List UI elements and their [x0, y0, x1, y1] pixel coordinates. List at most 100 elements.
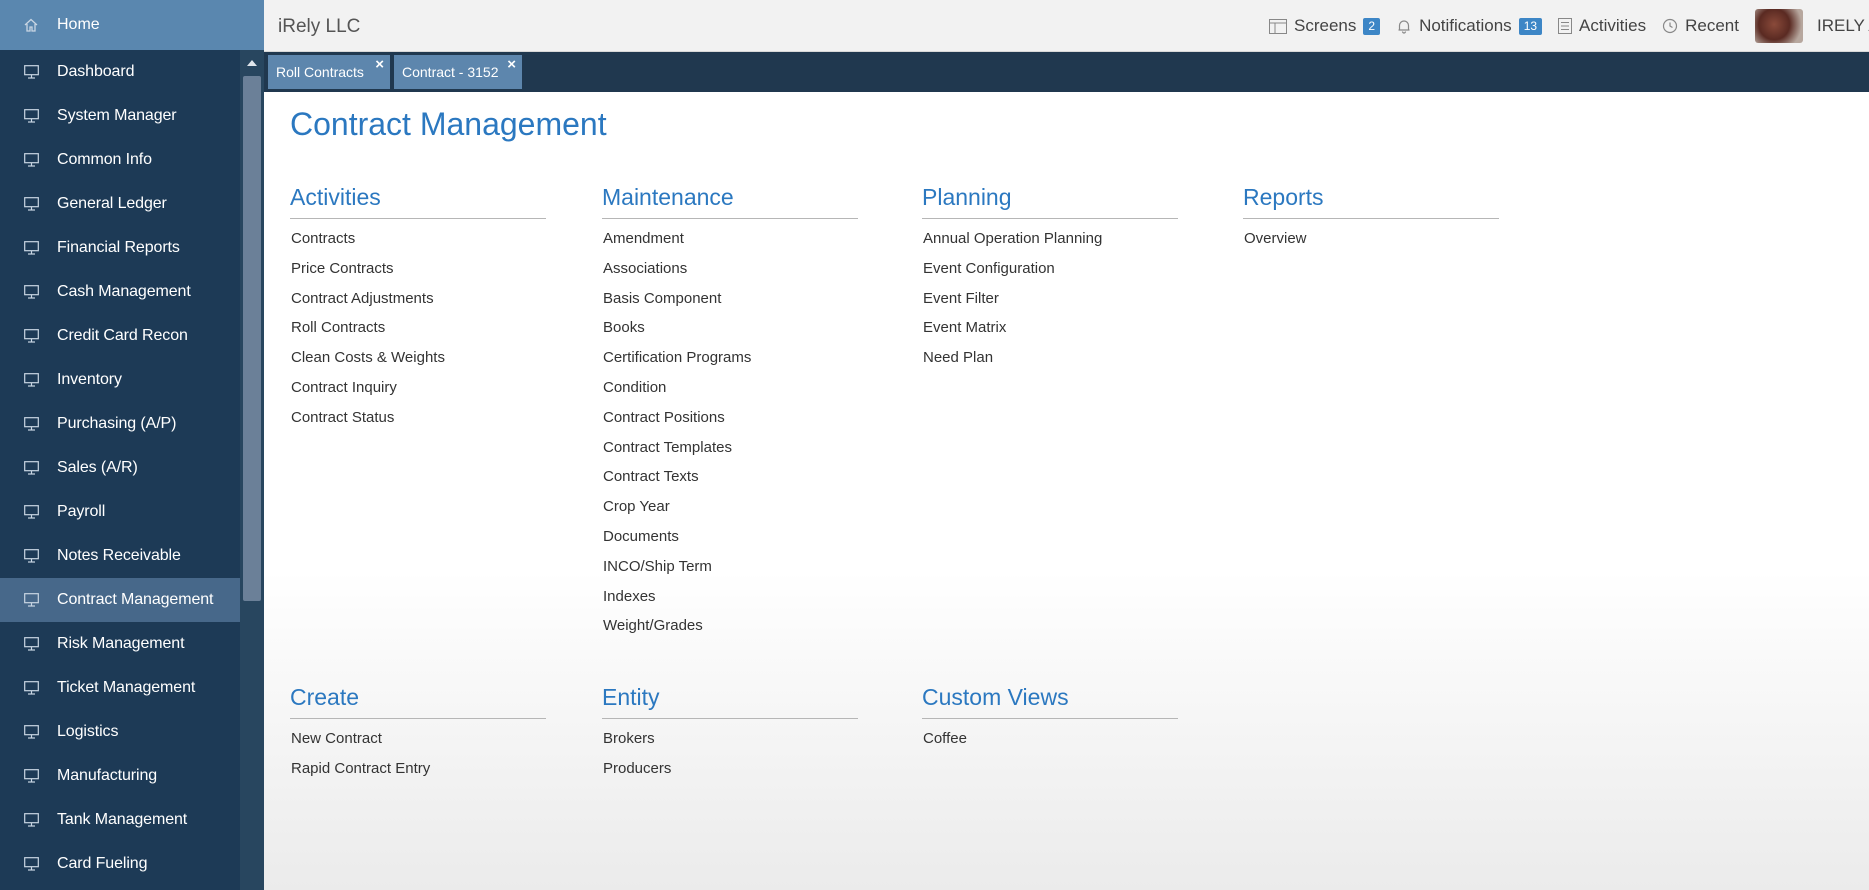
sidebar-item-label: Home [57, 16, 100, 33]
menu-link[interactable]: INCO/Ship Term [602, 558, 858, 588]
menu-link[interactable]: Contract Status [290, 409, 546, 439]
sidebar-item-risk-management[interactable]: Risk Management [0, 622, 240, 666]
notifications-button[interactable]: Notifications 13 [1396, 16, 1543, 36]
section-heading: Maintenance [602, 184, 858, 219]
menu-link[interactable]: Contract Texts [602, 468, 858, 498]
monitor-icon [22, 372, 40, 388]
scroll-thumb[interactable] [243, 76, 261, 601]
menu-link[interactable]: Weight/Grades [602, 617, 858, 647]
section-heading: Custom Views [922, 684, 1178, 719]
sidebar-item-contract-management[interactable]: Contract Management [0, 578, 240, 622]
activities-button[interactable]: Activities [1558, 16, 1646, 36]
tab-contract-3152[interactable]: Contract - 3152 × [394, 55, 522, 89]
menu-link[interactable]: New Contract [290, 730, 546, 760]
recent-button[interactable]: Recent [1662, 16, 1739, 36]
monitor-icon [22, 328, 40, 344]
menu-link[interactable]: Event Matrix [922, 319, 1178, 349]
sidebar-item-label: Dashboard [57, 63, 135, 80]
notifications-label: Notifications [1419, 16, 1512, 35]
menu-link[interactable]: Rapid Contract Entry [290, 760, 546, 790]
menu-link[interactable]: Crop Year [602, 498, 858, 528]
menu-link[interactable]: Books [602, 319, 858, 349]
sidebar-item-label: Notes Receivable [57, 547, 181, 564]
sidebar-item-label: Inventory [57, 371, 122, 388]
monitor-icon [22, 460, 40, 476]
menu-link[interactable]: Associations [602, 260, 858, 290]
sidebar-item-label: System Manager [57, 107, 177, 124]
section-link-list: New Contract Rapid Contract Entry [290, 730, 546, 790]
tab-label: Roll Contracts [276, 64, 364, 80]
menu-link[interactable]: Event Configuration [922, 260, 1178, 290]
menu-link[interactable]: Contract Inquiry [290, 379, 546, 409]
menu-link[interactable]: Roll Contracts [290, 319, 546, 349]
sidebar-item-label: Payroll [57, 503, 106, 520]
menu-link[interactable]: Amendment [602, 230, 858, 260]
menu-link[interactable]: Need Plan [922, 349, 1178, 379]
sidebar-item-label: Ticket Management [57, 679, 196, 696]
menu-link[interactable]: Event Filter [922, 290, 1178, 320]
sidebar-item-home[interactable]: Home [0, 0, 264, 50]
sidebar-item-general-ledger[interactable]: General Ledger [0, 182, 240, 226]
section-activities: Activities Contracts Price Contracts Contra… [290, 184, 546, 439]
sidebar-item-system-manager[interactable]: System Manager [0, 94, 240, 138]
menu-link[interactable]: Contract Adjustments [290, 290, 546, 320]
menu-link[interactable]: Contract Positions [602, 409, 858, 439]
menu-link[interactable]: Producers [602, 760, 858, 790]
sidebar-item-dashboard[interactable]: Dashboard [0, 50, 240, 94]
sidebar-item-label: Purchasing (A/P) [57, 415, 177, 432]
sidebar-item-label: General Ledger [57, 195, 167, 212]
sidebar-item-credit-card-recon[interactable]: Credit Card Recon [0, 314, 240, 358]
monitor-icon [22, 284, 40, 300]
monitor-icon [22, 504, 40, 520]
section-entity: Entity Brokers Producers [602, 684, 858, 790]
sidebar-item-ticket-management[interactable]: Ticket Management [0, 666, 240, 710]
menu-link[interactable]: Overview [1243, 230, 1499, 260]
tab-roll-contracts[interactable]: Roll Contracts × [268, 55, 390, 89]
menu-link[interactable]: Basis Component [602, 290, 858, 320]
activities-label: Activities [1579, 16, 1647, 35]
section-custom-views: Custom Views Coffee [922, 684, 1178, 760]
sidebar-scrollbar[interactable] [240, 50, 264, 890]
sidebar-item-label: Financial Reports [57, 239, 180, 256]
sidebar-item-payroll[interactable]: Payroll [0, 490, 240, 534]
menu-link[interactable]: Brokers [602, 730, 858, 760]
menu-link[interactable]: Condition [602, 379, 858, 409]
user-name[interactable]: IRELY A [1817, 16, 1869, 36]
sidebar-item-common-info[interactable]: Common Info [0, 138, 240, 182]
menu-link[interactable]: Certification Programs [602, 349, 858, 379]
menu-link[interactable]: Price Contracts [290, 260, 546, 290]
sidebar-item-notes-receivable[interactable]: Notes Receivable [0, 534, 240, 578]
menu-link[interactable]: Contracts [290, 230, 546, 260]
close-icon[interactable]: × [375, 57, 384, 72]
section-link-list: Overview [1243, 230, 1499, 260]
sidebar-item-financial-reports[interactable]: Financial Reports [0, 226, 240, 270]
sidebar-item-cash-management[interactable]: Cash Management [0, 270, 240, 314]
page-title: Contract Management [290, 106, 607, 142]
sidebar-item-tank-management[interactable]: Tank Management [0, 798, 240, 842]
notifications-count-badge: 13 [1518, 17, 1543, 35]
monitor-icon [22, 240, 40, 256]
sidebar-item-sales[interactable]: Sales (A/R) [0, 446, 240, 490]
menu-link[interactable]: Clean Costs & Weights [290, 349, 546, 379]
sidebar-item-purchasing[interactable]: Purchasing (A/P) [0, 402, 240, 446]
menu-link[interactable]: Coffee [922, 730, 1178, 760]
menu-link[interactable]: Contract Templates [602, 439, 858, 469]
sidebar-item-label: Risk Management [57, 635, 185, 652]
menu-link[interactable]: Documents [602, 528, 858, 558]
avatar[interactable] [1755, 9, 1803, 43]
monitor-icon [22, 196, 40, 212]
arrow-up-icon[interactable] [240, 53, 264, 73]
menu-link[interactable]: Annual Operation Planning [922, 230, 1178, 260]
sidebar-item-manufacturing[interactable]: Manufacturing [0, 754, 240, 798]
sidebar-item-label: Manufacturing [57, 767, 158, 784]
list-icon [1558, 18, 1573, 34]
sidebar-item-logistics[interactable]: Logistics [0, 710, 240, 754]
screens-button[interactable]: Screens 2 [1269, 16, 1381, 36]
section-link-list: Amendment Associations Basis Component Book… [602, 230, 858, 647]
main-content: Contract Management Activities Contracts P… [264, 92, 1869, 890]
menu-link[interactable]: Indexes [602, 588, 858, 618]
sidebar-item-inventory[interactable]: Inventory [0, 358, 240, 402]
sidebar-item-card-fueling[interactable]: Card Fueling [0, 842, 240, 886]
close-icon[interactable]: × [507, 57, 516, 72]
monitor-icon [22, 856, 40, 872]
